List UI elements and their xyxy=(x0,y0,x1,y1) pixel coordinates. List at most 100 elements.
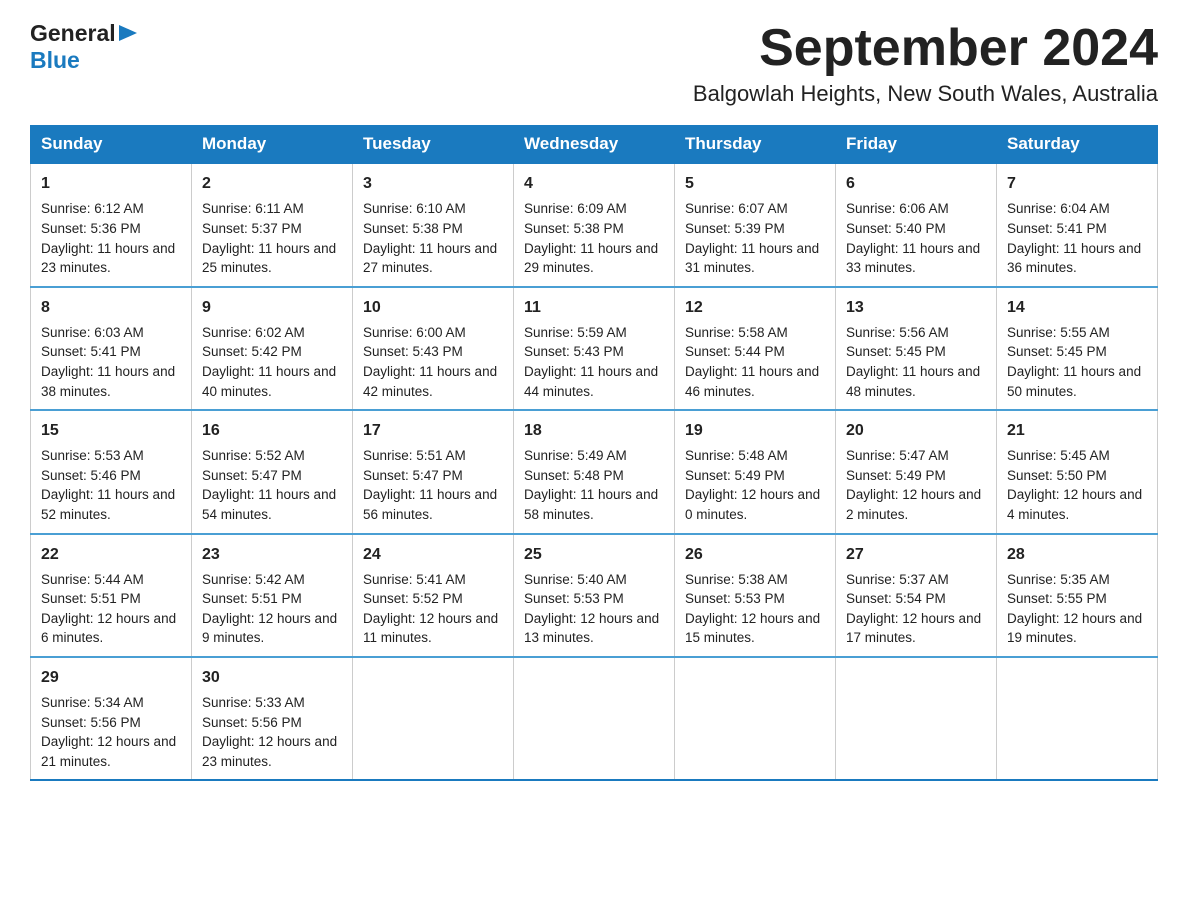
day-number: 22 xyxy=(41,543,181,566)
daylight-text: Daylight: 11 hours and 46 minutes. xyxy=(685,364,819,399)
daylight-text: Daylight: 11 hours and 58 minutes. xyxy=(524,487,658,522)
calendar-table: Sunday Monday Tuesday Wednesday Thursday… xyxy=(30,125,1158,781)
day-number: 30 xyxy=(202,666,342,689)
day-number: 9 xyxy=(202,296,342,319)
calendar-cell: 27Sunrise: 5:37 AMSunset: 5:54 PMDayligh… xyxy=(836,534,997,657)
col-tuesday: Tuesday xyxy=(353,126,514,164)
month-title: September 2024 xyxy=(693,20,1158,77)
sunset-text: Sunset: 5:47 PM xyxy=(202,468,302,483)
sunrise-text: Sunrise: 5:47 AM xyxy=(846,448,949,463)
sunset-text: Sunset: 5:53 PM xyxy=(685,591,785,606)
sunrise-text: Sunrise: 5:33 AM xyxy=(202,695,305,710)
sunrise-text: Sunrise: 5:48 AM xyxy=(685,448,788,463)
sunset-text: Sunset: 5:56 PM xyxy=(41,715,141,730)
calendar-cell: 19Sunrise: 5:48 AMSunset: 5:49 PMDayligh… xyxy=(675,410,836,533)
calendar-cell xyxy=(675,657,836,780)
sunset-text: Sunset: 5:53 PM xyxy=(524,591,624,606)
sunrise-text: Sunrise: 5:38 AM xyxy=(685,572,788,587)
calendar-cell: 23Sunrise: 5:42 AMSunset: 5:51 PMDayligh… xyxy=(192,534,353,657)
sunset-text: Sunset: 5:49 PM xyxy=(685,468,785,483)
calendar-cell: 21Sunrise: 5:45 AMSunset: 5:50 PMDayligh… xyxy=(997,410,1158,533)
week-row-4: 22Sunrise: 5:44 AMSunset: 5:51 PMDayligh… xyxy=(31,534,1158,657)
sunset-text: Sunset: 5:37 PM xyxy=(202,221,302,236)
calendar-cell: 5Sunrise: 6:07 AMSunset: 5:39 PMDaylight… xyxy=(675,163,836,286)
daylight-text: Daylight: 11 hours and 31 minutes. xyxy=(685,241,819,276)
sunrise-text: Sunrise: 6:06 AM xyxy=(846,201,949,216)
col-saturday: Saturday xyxy=(997,126,1158,164)
sunset-text: Sunset: 5:46 PM xyxy=(41,468,141,483)
col-friday: Friday xyxy=(836,126,997,164)
sunset-text: Sunset: 5:51 PM xyxy=(41,591,141,606)
daylight-text: Daylight: 12 hours and 6 minutes. xyxy=(41,611,176,646)
day-number: 26 xyxy=(685,543,825,566)
daylight-text: Daylight: 11 hours and 40 minutes. xyxy=(202,364,336,399)
daylight-text: Daylight: 11 hours and 48 minutes. xyxy=(846,364,980,399)
calendar-cell: 9Sunrise: 6:02 AMSunset: 5:42 PMDaylight… xyxy=(192,287,353,410)
sunset-text: Sunset: 5:54 PM xyxy=(846,591,946,606)
calendar-cell xyxy=(353,657,514,780)
calendar-cell: 1Sunrise: 6:12 AMSunset: 5:36 PMDaylight… xyxy=(31,163,192,286)
sunrise-text: Sunrise: 6:12 AM xyxy=(41,201,144,216)
calendar-cell: 29Sunrise: 5:34 AMSunset: 5:56 PMDayligh… xyxy=(31,657,192,780)
logo-blue-text: Blue xyxy=(30,47,80,74)
day-number: 10 xyxy=(363,296,503,319)
day-number: 24 xyxy=(363,543,503,566)
calendar-cell: 11Sunrise: 5:59 AMSunset: 5:43 PMDayligh… xyxy=(514,287,675,410)
calendar-cell: 12Sunrise: 5:58 AMSunset: 5:44 PMDayligh… xyxy=(675,287,836,410)
day-number: 19 xyxy=(685,419,825,442)
sunrise-text: Sunrise: 5:37 AM xyxy=(846,572,949,587)
day-number: 18 xyxy=(524,419,664,442)
day-number: 2 xyxy=(202,172,342,195)
sunset-text: Sunset: 5:41 PM xyxy=(1007,221,1107,236)
daylight-text: Daylight: 11 hours and 38 minutes. xyxy=(41,364,175,399)
calendar-cell: 13Sunrise: 5:56 AMSunset: 5:45 PMDayligh… xyxy=(836,287,997,410)
sunrise-text: Sunrise: 6:07 AM xyxy=(685,201,788,216)
daylight-text: Daylight: 12 hours and 19 minutes. xyxy=(1007,611,1142,646)
calendar-cell xyxy=(514,657,675,780)
header-row: Sunday Monday Tuesday Wednesday Thursday… xyxy=(31,126,1158,164)
sunset-text: Sunset: 5:38 PM xyxy=(363,221,463,236)
day-number: 7 xyxy=(1007,172,1147,195)
day-number: 29 xyxy=(41,666,181,689)
sunset-text: Sunset: 5:48 PM xyxy=(524,468,624,483)
day-number: 23 xyxy=(202,543,342,566)
sunrise-text: Sunrise: 6:03 AM xyxy=(41,325,144,340)
sunrise-text: Sunrise: 5:45 AM xyxy=(1007,448,1110,463)
sunset-text: Sunset: 5:45 PM xyxy=(846,344,946,359)
sunset-text: Sunset: 5:51 PM xyxy=(202,591,302,606)
sunrise-text: Sunrise: 5:41 AM xyxy=(363,572,466,587)
sunrise-text: Sunrise: 5:58 AM xyxy=(685,325,788,340)
calendar-cell xyxy=(836,657,997,780)
day-number: 6 xyxy=(846,172,986,195)
calendar-cell: 6Sunrise: 6:06 AMSunset: 5:40 PMDaylight… xyxy=(836,163,997,286)
daylight-text: Daylight: 11 hours and 23 minutes. xyxy=(41,241,175,276)
week-row-1: 1Sunrise: 6:12 AMSunset: 5:36 PMDaylight… xyxy=(31,163,1158,286)
calendar-cell: 16Sunrise: 5:52 AMSunset: 5:47 PMDayligh… xyxy=(192,410,353,533)
daylight-text: Daylight: 11 hours and 56 minutes. xyxy=(363,487,497,522)
sunset-text: Sunset: 5:45 PM xyxy=(1007,344,1107,359)
sunrise-text: Sunrise: 5:55 AM xyxy=(1007,325,1110,340)
calendar-cell: 25Sunrise: 5:40 AMSunset: 5:53 PMDayligh… xyxy=(514,534,675,657)
sunset-text: Sunset: 5:49 PM xyxy=(846,468,946,483)
calendar-cell: 4Sunrise: 6:09 AMSunset: 5:38 PMDaylight… xyxy=(514,163,675,286)
sunset-text: Sunset: 5:39 PM xyxy=(685,221,785,236)
sunrise-text: Sunrise: 5:42 AM xyxy=(202,572,305,587)
logo-general-text: General xyxy=(30,20,116,47)
calendar-body: 1Sunrise: 6:12 AMSunset: 5:36 PMDaylight… xyxy=(31,163,1158,780)
calendar-cell: 10Sunrise: 6:00 AMSunset: 5:43 PMDayligh… xyxy=(353,287,514,410)
day-number: 1 xyxy=(41,172,181,195)
sunrise-text: Sunrise: 5:40 AM xyxy=(524,572,627,587)
daylight-text: Daylight: 11 hours and 42 minutes. xyxy=(363,364,497,399)
daylight-text: Daylight: 12 hours and 23 minutes. xyxy=(202,734,337,769)
daylight-text: Daylight: 11 hours and 54 minutes. xyxy=(202,487,336,522)
day-number: 14 xyxy=(1007,296,1147,319)
daylight-text: Daylight: 12 hours and 17 minutes. xyxy=(846,611,981,646)
sunset-text: Sunset: 5:55 PM xyxy=(1007,591,1107,606)
sunrise-text: Sunrise: 5:34 AM xyxy=(41,695,144,710)
daylight-text: Daylight: 11 hours and 44 minutes. xyxy=(524,364,658,399)
calendar-cell: 2Sunrise: 6:11 AMSunset: 5:37 PMDaylight… xyxy=(192,163,353,286)
day-number: 11 xyxy=(524,296,664,319)
calendar-cell: 26Sunrise: 5:38 AMSunset: 5:53 PMDayligh… xyxy=(675,534,836,657)
day-number: 3 xyxy=(363,172,503,195)
sunset-text: Sunset: 5:42 PM xyxy=(202,344,302,359)
